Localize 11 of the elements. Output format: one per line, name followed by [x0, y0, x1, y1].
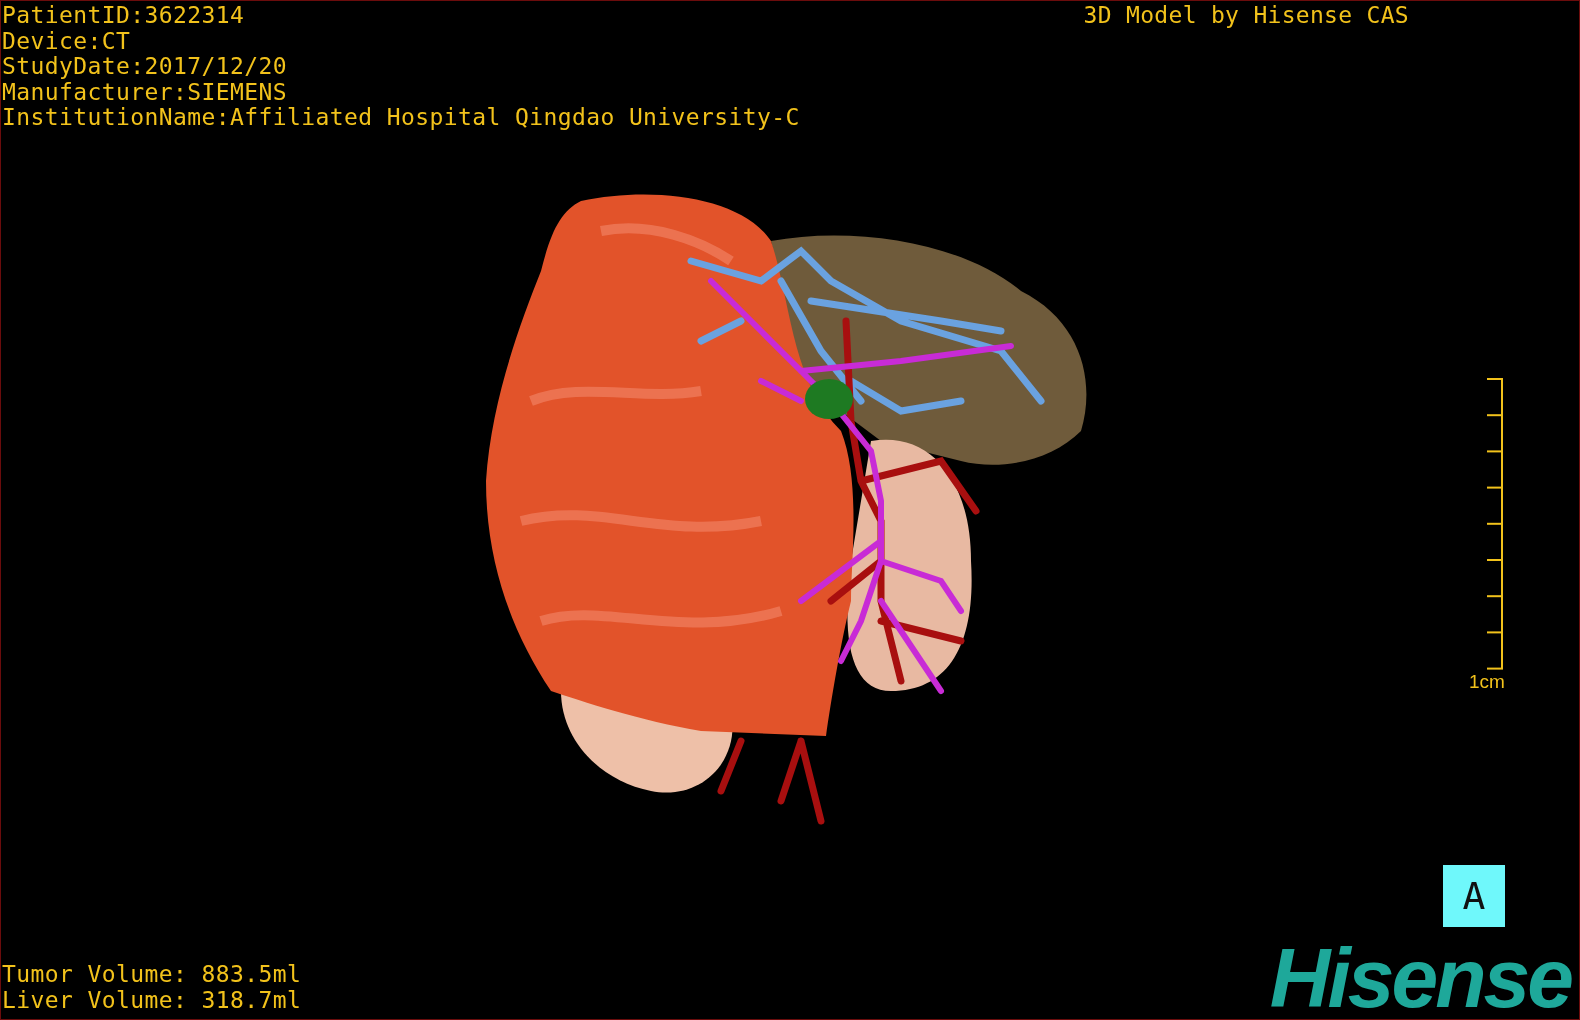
volume-text: Tumor Volume: 883.5ml [2, 962, 302, 988]
patient-info-text: PatientID:3622314 [2, 3, 246, 29]
viewer-title: 3D Model by Hisense CAS [1083, 3, 1409, 29]
scale-label: 1cm [1469, 672, 1505, 692]
volume-text: Liver Volume: 318.7ml [2, 987, 302, 1013]
patient-info-text: InstitutionName:Affiliated Hospital Qingdao University-C [2, 105, 800, 131]
patient-info-text: Manufacturer:SIEMENS [2, 79, 288, 105]
patient-info-text: StudyDate:2017/12/20 [2, 54, 288, 80]
orientation-marker: A [1443, 865, 1505, 927]
logo: Hisense [1269, 941, 1571, 1020]
patient-info-text: Device:CT [2, 28, 132, 54]
